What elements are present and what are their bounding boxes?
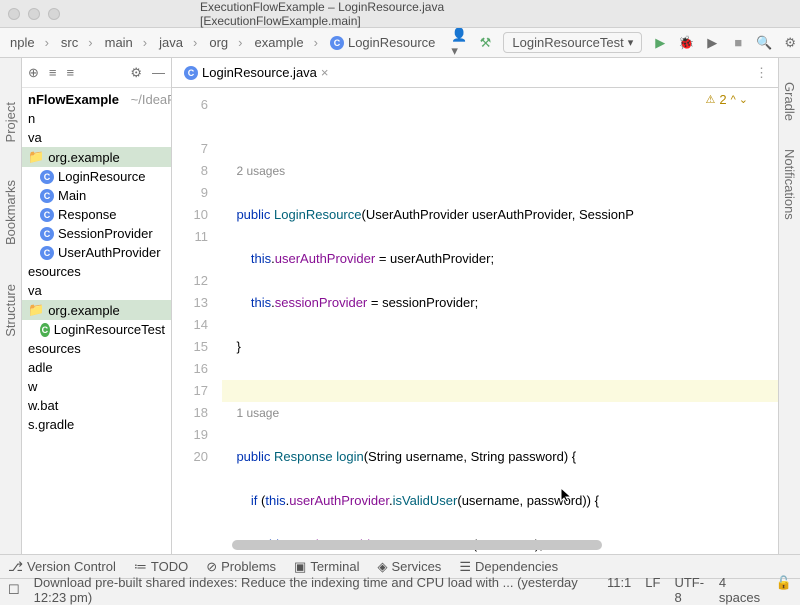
search-icon[interactable]: 🔍 xyxy=(756,35,772,51)
code-body[interactable]: 2 usages public LoginResource(UserAuthPr… xyxy=(222,88,778,554)
crumb[interactable]: nple xyxy=(4,35,55,50)
status-bar: ☐ Download pre-built shared indexes: Red… xyxy=(0,578,800,600)
status-icon[interactable]: ☐ xyxy=(8,582,20,598)
crumb[interactable]: src xyxy=(55,35,99,50)
left-gutter: Project Bookmarks Structure xyxy=(0,58,22,554)
indent[interactable]: 4 spaces xyxy=(719,575,762,605)
line-gutter: 6 7891011 121314151617181920 xyxy=(172,88,222,554)
editor: CLoginResource.java× ⋮ ⚠2 ^ ⌄ 6 7891011 … xyxy=(172,58,778,554)
hammer-icon[interactable]: ⚒ xyxy=(477,35,493,51)
crumb[interactable]: java xyxy=(153,35,203,50)
tree-item[interactable]: CLoginResourceTest xyxy=(22,320,171,339)
tree-item[interactable]: CLoginResource xyxy=(22,167,171,186)
tree-item[interactable]: va xyxy=(22,128,171,147)
tab-menu-icon[interactable]: ⋮ xyxy=(755,65,774,81)
crumb[interactable]: org xyxy=(203,35,248,50)
bookmarks-tab[interactable]: Bookmarks xyxy=(3,176,18,249)
right-gutter: Gradle Notifications xyxy=(778,58,800,554)
debug-icon[interactable]: 🐞 xyxy=(678,35,694,51)
file-tab[interactable]: CLoginResource.java× xyxy=(176,61,337,84)
coverage-icon[interactable]: ▶ xyxy=(704,35,720,51)
window-controls xyxy=(8,8,60,20)
todo-tool[interactable]: ≔ TODO xyxy=(134,559,188,575)
notifications-tab[interactable]: Notifications xyxy=(782,145,797,224)
services-tool[interactable]: ◈ Services xyxy=(377,559,441,575)
dependencies-tool[interactable]: ☰ Dependencies xyxy=(459,559,558,575)
tree-item[interactable]: esources xyxy=(22,339,171,358)
caret-pos[interactable]: 11:1 xyxy=(607,575,631,605)
titlebar: ExecutionFlowExample – LoginResource.jav… xyxy=(0,0,800,28)
terminal-tool[interactable]: ▣ Terminal xyxy=(294,559,359,575)
tree-item[interactable]: w xyxy=(22,377,171,396)
tree-item[interactable]: s.gradle xyxy=(22,415,171,434)
problems-tool[interactable]: ⊘ Problems xyxy=(206,559,276,575)
collapse-icon[interactable]: ≡ xyxy=(49,65,57,80)
gear-icon[interactable]: ⚙ xyxy=(782,35,798,51)
close-dot[interactable] xyxy=(8,8,20,20)
tree-item[interactable]: CMain xyxy=(22,186,171,205)
encoding[interactable]: UTF-8 xyxy=(674,575,704,605)
hide-icon[interactable]: — xyxy=(152,65,165,80)
gradle-tab[interactable]: Gradle xyxy=(782,78,797,125)
user-icon[interactable]: 👤▾ xyxy=(451,35,467,51)
vcs-tool[interactable]: ⎇ Version Control xyxy=(8,559,116,575)
stop-icon[interactable]: ■ xyxy=(730,35,746,51)
tree-item[interactable]: adle xyxy=(22,358,171,377)
line-sep[interactable]: LF xyxy=(645,575,660,605)
max-dot[interactable] xyxy=(48,8,60,20)
settings-icon[interactable]: ⚙ xyxy=(130,65,142,81)
inspections-badge[interactable]: ⚠2 ^ ⌄ xyxy=(705,92,748,107)
editor-tabs: CLoginResource.java× ⋮ xyxy=(172,58,778,88)
crumb[interactable]: main xyxy=(99,35,154,50)
tree-item[interactable]: va xyxy=(22,281,171,300)
project-panel: ⊕ ≡ ≡ ⚙ — nFlowExample ~/IdeaPr n va 📁 o… xyxy=(22,58,172,554)
tree-item[interactable]: n xyxy=(22,109,171,128)
status-message[interactable]: Download pre-built shared indexes: Reduc… xyxy=(34,575,593,605)
tree-item[interactable]: 📁 org.example xyxy=(22,300,171,320)
close-tab-icon[interactable]: × xyxy=(321,65,329,80)
code-area[interactable]: ⚠2 ^ ⌄ 6 7891011 121314151617181920 2 us… xyxy=(172,88,778,554)
lock-icon[interactable]: 🔓 xyxy=(776,575,792,605)
crumb[interactable]: example xyxy=(248,35,323,50)
expand-icon[interactable]: ≡ xyxy=(67,65,75,80)
run-icon[interactable]: ▶ xyxy=(652,35,668,51)
min-dot[interactable] xyxy=(28,8,40,20)
project-tab[interactable]: Project xyxy=(3,98,18,146)
tree-root[interactable]: nFlowExample ~/IdeaPr xyxy=(22,90,171,109)
tree-item[interactable]: esources xyxy=(22,262,171,281)
crumb[interactable]: CLoginResource xyxy=(324,35,451,50)
window-title: ExecutionFlowExample – LoginResource.jav… xyxy=(200,0,600,28)
run-config-selector[interactable]: LoginResourceTest ▾ xyxy=(503,32,642,53)
structure-tab[interactable]: Structure xyxy=(3,280,18,341)
horizontal-scrollbar[interactable] xyxy=(232,540,602,550)
tree-item[interactable]: CSessionProvider xyxy=(22,224,171,243)
tree-item[interactable]: w.bat xyxy=(22,396,171,415)
project-toolbar: ⊕ ≡ ≡ ⚙ — xyxy=(22,58,171,88)
navbar: nple src main java org example CLoginRes… xyxy=(0,28,800,58)
target-icon[interactable]: ⊕ xyxy=(28,65,39,81)
tree-item[interactable]: 📁 org.example xyxy=(22,147,171,167)
tree-item[interactable]: CUserAuthProvider xyxy=(22,243,171,262)
project-tree[interactable]: nFlowExample ~/IdeaPr n va 📁 org.example… xyxy=(22,88,171,436)
tree-item[interactable]: CResponse xyxy=(22,205,171,224)
